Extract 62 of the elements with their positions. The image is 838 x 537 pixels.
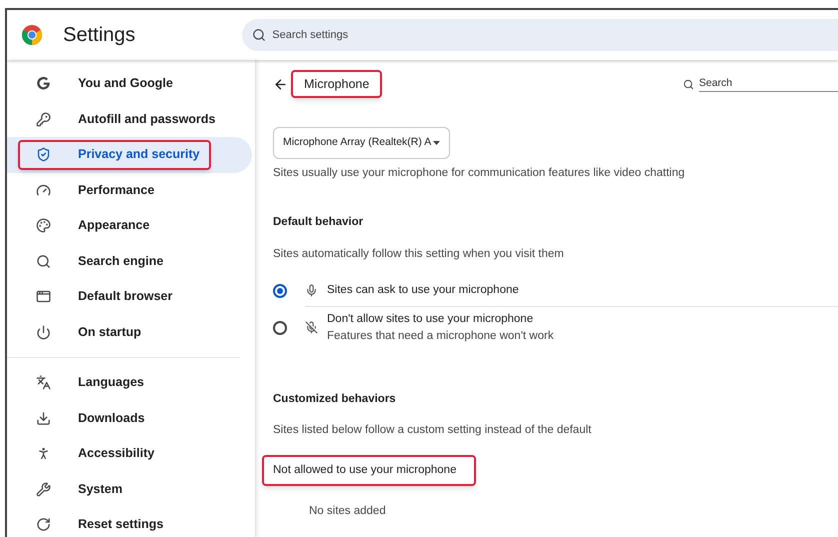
reset-icon xyxy=(36,517,51,532)
description-text: Sites usually use your microphone for communication features like video chatting xyxy=(273,166,686,181)
chrome-logo-icon xyxy=(22,25,42,45)
sidebar-item[interactable]: Downloads xyxy=(7,400,237,436)
sidebar-item-label: You and Google xyxy=(78,75,173,92)
sidebar-item-label: Search engine xyxy=(78,252,164,270)
microphone-icon xyxy=(305,284,318,297)
sidebar-item-label: On startup xyxy=(78,324,142,341)
sidebar-item[interactable]: Autofill and passwords xyxy=(7,102,252,137)
sidebar-item-label: Reset settings xyxy=(78,516,164,534)
device-dropdown[interactable]: Microphone Array (Realtek(R) A xyxy=(273,127,450,159)
search-icon xyxy=(252,28,266,42)
sidebar-item[interactable]: Default browser xyxy=(7,279,252,314)
sidebar-item-label: Accessibility xyxy=(78,445,154,462)
sidebar-item-label: Default browser xyxy=(78,288,172,306)
sidebar-item[interactable]: Appearance xyxy=(7,208,252,244)
option-sublabel: Features that need a microphone won't work xyxy=(327,328,554,344)
sidebar-item[interactable]: Languages xyxy=(7,365,237,400)
search-field[interactable]: Search settings xyxy=(242,19,838,51)
section-heading: Default behavior xyxy=(273,215,364,230)
translate-icon xyxy=(36,375,51,390)
sidebar-item-label: Autofill and passwords xyxy=(78,110,216,128)
sidebar-item[interactable]: System xyxy=(7,472,237,507)
gauge-icon xyxy=(36,182,51,198)
search-icon xyxy=(683,78,694,90)
download-icon xyxy=(36,410,51,426)
sidebar-item[interactable]: Privacy and security xyxy=(7,137,252,172)
sidebar-item-label: Appearance xyxy=(78,217,150,234)
google-g-icon xyxy=(36,76,51,92)
wrench-icon xyxy=(36,482,51,497)
sidebar-item-label: Downloads xyxy=(78,410,145,427)
shield-icon xyxy=(36,147,51,162)
section-description: Sites listed below follow a custom setting instead of the default xyxy=(273,423,592,438)
sidebar-item[interactable]: Reset settings xyxy=(7,507,237,537)
empty-list-text: No sites added xyxy=(309,504,387,520)
sidebar-item-label: Privacy and security xyxy=(78,146,200,164)
sidebar-item-label: Languages xyxy=(78,374,144,392)
microphone-off-icon xyxy=(305,321,318,334)
option-label: Sites can ask to use your microphone xyxy=(327,282,519,298)
key-icon xyxy=(36,112,51,127)
sidebar-item[interactable]: Accessibility xyxy=(7,436,237,472)
section-heading: Customized behaviors xyxy=(273,392,397,407)
caret-icon xyxy=(433,141,440,145)
search-field[interactable]: Search xyxy=(699,76,838,92)
list-heading: Not allowed to use your microphone xyxy=(262,455,476,486)
sidebar-item[interactable]: You and Google xyxy=(7,66,252,102)
sidebar-item-label: Performance xyxy=(78,182,154,199)
sidebar-item[interactable]: On startup xyxy=(7,314,252,350)
accessibility-icon xyxy=(36,446,51,462)
search-icon xyxy=(36,254,51,269)
app-title: Settings xyxy=(63,23,136,48)
palette-icon xyxy=(36,218,51,234)
section-description: Sites automatically follow this setting when you visit them xyxy=(273,246,565,262)
radio-button[interactable] xyxy=(273,320,287,335)
sidebar-item[interactable]: Search engine xyxy=(7,244,252,279)
radio-button[interactable] xyxy=(273,284,287,298)
sidebar-item[interactable]: Performance xyxy=(7,172,252,208)
power-icon xyxy=(36,324,51,340)
sidebar-item-label: System xyxy=(78,480,122,498)
window-icon xyxy=(36,289,51,304)
page-title: Microphone xyxy=(291,70,382,98)
option-label: Don't allow sites to use your microphone xyxy=(327,312,534,327)
